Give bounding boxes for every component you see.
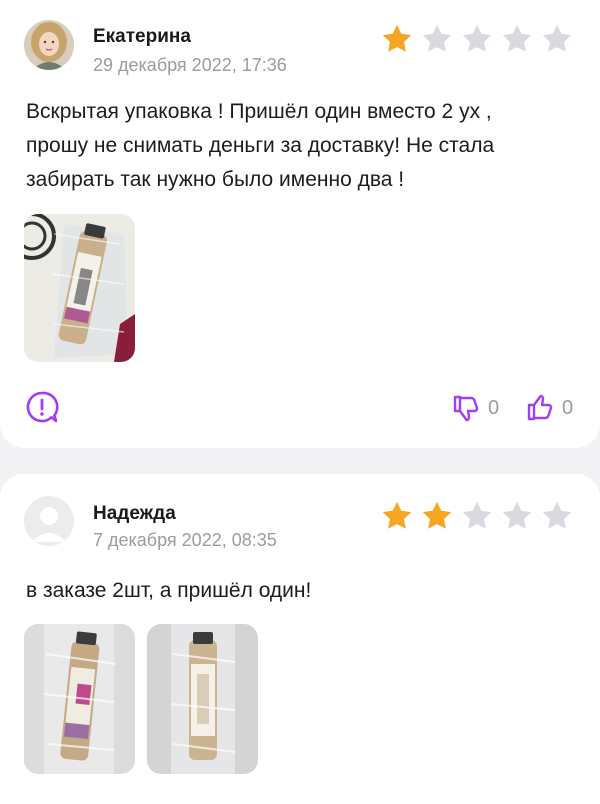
- review-text-line: забирать так нужно было именно два !: [26, 168, 405, 191]
- like-count: 0: [562, 396, 574, 419]
- star-icon: [542, 24, 572, 52]
- review-author: Екатерина: [93, 26, 191, 47]
- review-date: 29 декабря 2022, 17:36: [93, 55, 287, 75]
- rating-stars: [378, 21, 576, 57]
- dislike-count: 0: [488, 396, 500, 419]
- star-icon: [422, 501, 452, 529]
- avatar[interactable]: [24, 20, 74, 70]
- rating-stars: [378, 498, 576, 534]
- review-author: Надежда: [93, 503, 176, 524]
- star-icon: [462, 24, 492, 52]
- star-icon: [502, 501, 532, 529]
- review-date: 7 декабря 2022, 08:35: [93, 530, 277, 550]
- review-text: Вскрытая упаковка ! Пришёл один вместо 2…: [26, 95, 578, 197]
- star-icon: [422, 24, 452, 52]
- review-photo[interactable]: [147, 624, 258, 774]
- exclamation-speech-icon: [26, 391, 59, 423]
- star-icon: [502, 24, 532, 52]
- star-icon: [382, 501, 412, 529]
- avatar[interactable]: [24, 496, 74, 546]
- review-text-line: прошу не снимать деньги за доставку! Не …: [26, 134, 495, 157]
- review-text: в заказе 2шт, а пришёл один!: [26, 574, 578, 608]
- star-icon: [382, 24, 412, 52]
- review-card: Екатерина 29 декабря 2022, 17:36 Вскрыта…: [0, 0, 600, 448]
- star-icon: [542, 501, 572, 529]
- review-text-line: в заказе 2шт, а пришёл один!: [26, 579, 312, 602]
- review-text-line: Вскрытая упаковка ! Пришёл один вместо 2…: [26, 100, 492, 123]
- thumbs-down-icon: [453, 395, 479, 422]
- thumbs-up-icon: [527, 394, 553, 421]
- dislike-button[interactable]: 0: [450, 392, 499, 424]
- like-button[interactable]: 0: [524, 392, 573, 424]
- report-button[interactable]: [24, 389, 60, 425]
- review-photo[interactable]: [24, 624, 135, 774]
- review-card: Надежда 7 декабря 2022, 08:35 в заказе 2…: [0, 474, 600, 804]
- star-icon: [462, 501, 492, 529]
- review-photo[interactable]: [24, 214, 135, 362]
